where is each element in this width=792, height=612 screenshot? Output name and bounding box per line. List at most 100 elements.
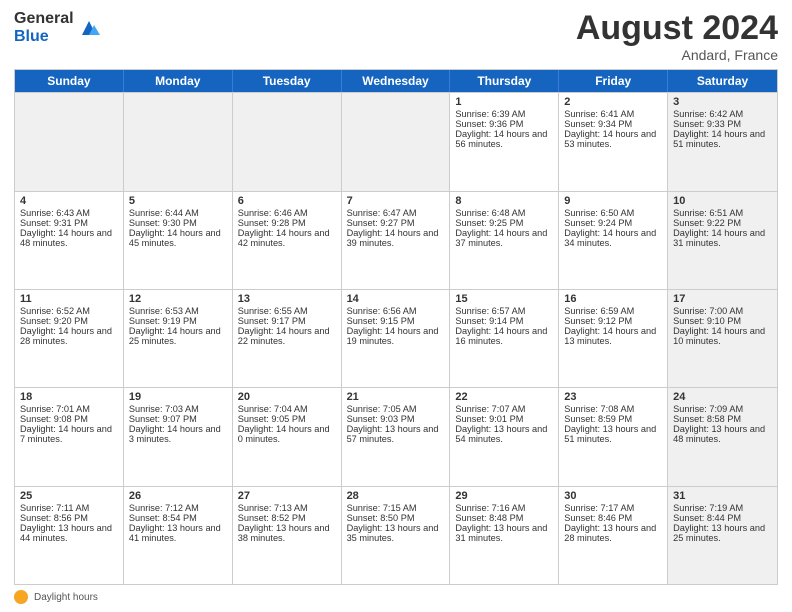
day-info: Sunrise: 7:19 AM	[673, 503, 772, 513]
calendar-cell: 28Sunrise: 7:15 AMSunset: 8:50 PMDayligh…	[342, 487, 451, 584]
day-info: Sunset: 9:20 PM	[20, 316, 118, 326]
day-info: Daylight: 14 hours and 56 minutes.	[455, 129, 553, 149]
calendar-body: 1Sunrise: 6:39 AMSunset: 9:36 PMDaylight…	[15, 92, 777, 584]
day-info: Daylight: 13 hours and 28 minutes.	[564, 523, 662, 543]
calendar: SundayMondayTuesdayWednesdayThursdayFrid…	[14, 69, 778, 585]
day-info: Sunrise: 6:39 AM	[455, 109, 553, 119]
day-info: Sunrise: 6:42 AM	[673, 109, 772, 119]
calendar-cell: 1Sunrise: 6:39 AMSunset: 9:36 PMDaylight…	[450, 93, 559, 190]
calendar-cell	[15, 93, 124, 190]
calendar-cell: 31Sunrise: 7:19 AMSunset: 8:44 PMDayligh…	[668, 487, 777, 584]
day-number: 21	[347, 391, 445, 403]
day-info: Sunrise: 6:46 AM	[238, 208, 336, 218]
calendar-row: 4Sunrise: 6:43 AMSunset: 9:31 PMDaylight…	[15, 191, 777, 289]
day-info: Sunrise: 6:51 AM	[673, 208, 772, 218]
day-info: Daylight: 13 hours and 48 minutes.	[673, 424, 772, 444]
calendar-header-row: SundayMondayTuesdayWednesdayThursdayFrid…	[15, 70, 777, 92]
calendar-row: 18Sunrise: 7:01 AMSunset: 9:08 PMDayligh…	[15, 387, 777, 485]
day-info: Sunset: 9:22 PM	[673, 218, 772, 228]
day-info: Daylight: 13 hours and 35 minutes.	[347, 523, 445, 543]
calendar-cell: 15Sunrise: 6:57 AMSunset: 9:14 PMDayligh…	[450, 290, 559, 387]
title-block: August 2024 Andard, France	[576, 10, 778, 63]
day-info: Daylight: 14 hours and 48 minutes.	[20, 228, 118, 248]
day-number: 3	[673, 96, 772, 108]
day-number: 23	[564, 391, 662, 403]
day-info: Sunset: 8:48 PM	[455, 513, 553, 523]
day-info: Sunset: 9:14 PM	[455, 316, 553, 326]
day-number: 8	[455, 195, 553, 207]
day-info: Sunset: 9:10 PM	[673, 316, 772, 326]
day-number: 5	[129, 195, 227, 207]
day-info: Sunset: 9:33 PM	[673, 119, 772, 129]
day-info: Sunset: 9:27 PM	[347, 218, 445, 228]
calendar-cell: 6Sunrise: 6:46 AMSunset: 9:28 PMDaylight…	[233, 192, 342, 289]
calendar-header-cell: Monday	[124, 70, 233, 92]
calendar-cell: 11Sunrise: 6:52 AMSunset: 9:20 PMDayligh…	[15, 290, 124, 387]
calendar-cell: 23Sunrise: 7:08 AMSunset: 8:59 PMDayligh…	[559, 388, 668, 485]
day-number: 26	[129, 490, 227, 502]
sun-icon	[14, 590, 28, 604]
calendar-cell: 26Sunrise: 7:12 AMSunset: 8:54 PMDayligh…	[124, 487, 233, 584]
calendar-cell	[124, 93, 233, 190]
day-info: Sunset: 8:46 PM	[564, 513, 662, 523]
calendar-cell: 5Sunrise: 6:44 AMSunset: 9:30 PMDaylight…	[124, 192, 233, 289]
calendar-header-cell: Tuesday	[233, 70, 342, 92]
day-number: 10	[673, 195, 772, 207]
day-info: Sunrise: 7:04 AM	[238, 404, 336, 414]
day-number: 31	[673, 490, 772, 502]
calendar-cell: 17Sunrise: 7:00 AMSunset: 9:10 PMDayligh…	[668, 290, 777, 387]
calendar-cell	[233, 93, 342, 190]
day-info: Sunset: 9:28 PM	[238, 218, 336, 228]
day-info: Sunset: 9:07 PM	[129, 414, 227, 424]
calendar-cell: 21Sunrise: 7:05 AMSunset: 9:03 PMDayligh…	[342, 388, 451, 485]
day-info: Sunrise: 7:01 AM	[20, 404, 118, 414]
calendar-cell: 27Sunrise: 7:13 AMSunset: 8:52 PMDayligh…	[233, 487, 342, 584]
day-info: Daylight: 14 hours and 7 minutes.	[20, 424, 118, 444]
day-number: 28	[347, 490, 445, 502]
logo: General Blue	[14, 10, 100, 45]
day-number: 15	[455, 293, 553, 305]
calendar-header-cell: Wednesday	[342, 70, 451, 92]
day-info: Sunrise: 6:52 AM	[20, 306, 118, 316]
day-number: 25	[20, 490, 118, 502]
day-info: Daylight: 14 hours and 34 minutes.	[564, 228, 662, 248]
day-info: Sunset: 9:25 PM	[455, 218, 553, 228]
logo-blue-text: Blue	[14, 28, 74, 46]
day-number: 27	[238, 490, 336, 502]
day-info: Daylight: 14 hours and 31 minutes.	[673, 228, 772, 248]
day-info: Daylight: 14 hours and 28 minutes.	[20, 326, 118, 346]
day-number: 11	[20, 293, 118, 305]
day-info: Sunset: 9:30 PM	[129, 218, 227, 228]
day-info: Sunrise: 7:03 AM	[129, 404, 227, 414]
day-info: Sunrise: 7:07 AM	[455, 404, 553, 414]
day-number: 12	[129, 293, 227, 305]
day-info: Daylight: 14 hours and 22 minutes.	[238, 326, 336, 346]
calendar-cell: 19Sunrise: 7:03 AMSunset: 9:07 PMDayligh…	[124, 388, 233, 485]
day-info: Sunrise: 6:53 AM	[129, 306, 227, 316]
calendar-header-cell: Sunday	[15, 70, 124, 92]
calendar-cell	[342, 93, 451, 190]
calendar-cell: 7Sunrise: 6:47 AMSunset: 9:27 PMDaylight…	[342, 192, 451, 289]
day-info: Sunset: 8:58 PM	[673, 414, 772, 424]
calendar-cell: 10Sunrise: 6:51 AMSunset: 9:22 PMDayligh…	[668, 192, 777, 289]
day-info: Daylight: 14 hours and 3 minutes.	[129, 424, 227, 444]
day-number: 2	[564, 96, 662, 108]
calendar-cell: 29Sunrise: 7:16 AMSunset: 8:48 PMDayligh…	[450, 487, 559, 584]
day-info: Sunrise: 6:48 AM	[455, 208, 553, 218]
day-info: Sunrise: 7:08 AM	[564, 404, 662, 414]
calendar-row: 25Sunrise: 7:11 AMSunset: 8:56 PMDayligh…	[15, 486, 777, 584]
calendar-row: 11Sunrise: 6:52 AMSunset: 9:20 PMDayligh…	[15, 289, 777, 387]
day-info: Daylight: 14 hours and 16 minutes.	[455, 326, 553, 346]
footer-label: Daylight hours	[34, 592, 98, 603]
day-number: 18	[20, 391, 118, 403]
calendar-header-cell: Thursday	[450, 70, 559, 92]
day-info: Sunset: 9:01 PM	[455, 414, 553, 424]
day-number: 13	[238, 293, 336, 305]
day-info: Sunset: 9:17 PM	[238, 316, 336, 326]
day-number: 22	[455, 391, 553, 403]
calendar-header-cell: Friday	[559, 70, 668, 92]
calendar-cell: 9Sunrise: 6:50 AMSunset: 9:24 PMDaylight…	[559, 192, 668, 289]
day-info: Sunset: 9:03 PM	[347, 414, 445, 424]
day-info: Sunrise: 6:59 AM	[564, 306, 662, 316]
day-info: Sunrise: 7:05 AM	[347, 404, 445, 414]
